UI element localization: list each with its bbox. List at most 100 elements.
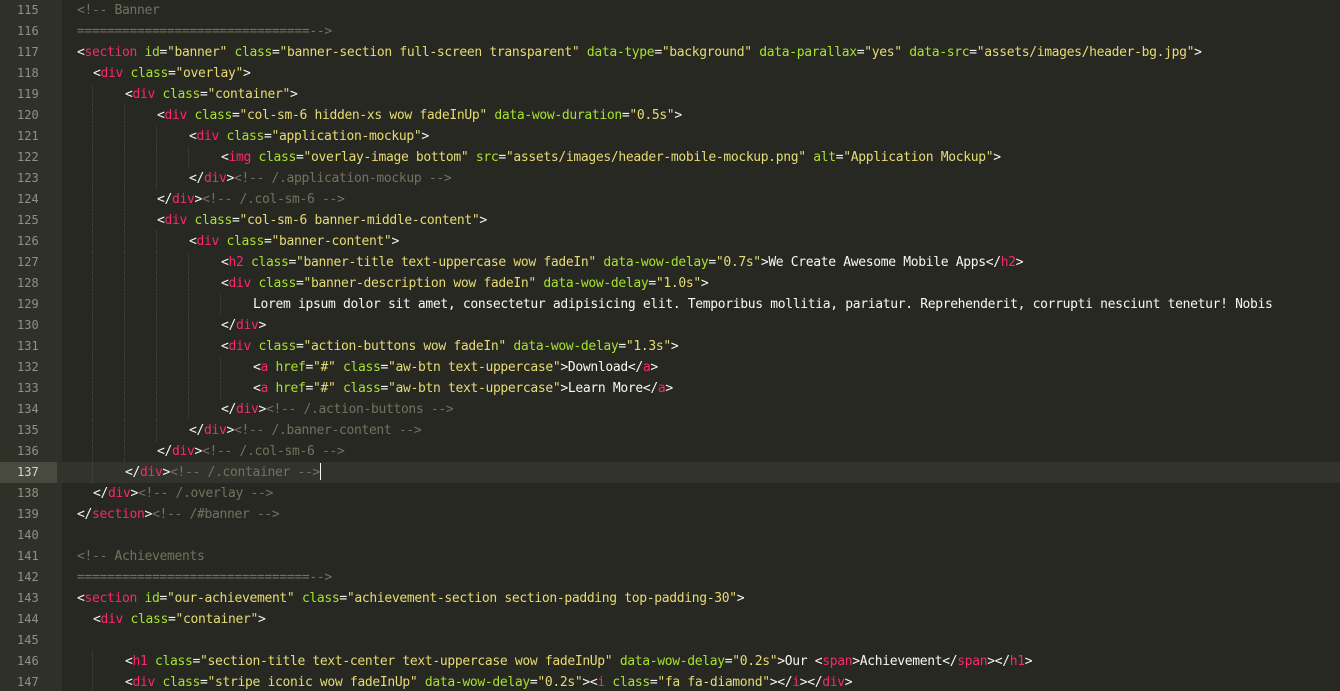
code-token: class [612, 675, 650, 690]
code-line-content[interactable]: ===============================--> [77, 21, 332, 42]
code-line[interactable]: 118 <div class="overlay"> [0, 63, 1340, 84]
code-line-content[interactable]: Lorem ipsum dolor sit amet, consectetur … [253, 294, 1273, 315]
code-token: = [192, 654, 200, 669]
line-number-text: 119 [17, 87, 39, 101]
code-token: > [700, 276, 709, 291]
code-line-content[interactable]: <h1 class="section-title text-center tex… [125, 651, 1033, 672]
code-token: class [130, 612, 169, 627]
line-number-text: 139 [17, 507, 39, 521]
code-line[interactable]: 128 <div class = "banner-description wow fa… [0, 273, 1340, 294]
code-line[interactable]: 142 ===============================--> [0, 567, 1340, 588]
code-line[interactable]: 120 <div class="col-sm-6 hidden-xs wow fa… [0, 105, 1340, 126]
code-line-content[interactable]: <!-- Banner [77, 0, 160, 21]
code-line-content[interactable]: <div class="container"> [93, 609, 266, 630]
code-line[interactable]: 130 </div> [0, 315, 1340, 336]
code-line[interactable]: 122 <img class = "overlay-image bottom" src… [0, 147, 1340, 168]
code-line[interactable]: 121 <div class="application-mockup"> [0, 126, 1340, 147]
indent-guide [124, 315, 126, 336]
code-line-content[interactable]: </div><!-- /.col-sm-6 --> [157, 189, 345, 210]
code-line-content[interactable]: <div class="stripe iconic wow fadeInUp" … [125, 672, 853, 691]
code-line-content[interactable]: <div class="col-sm-6 banner-middle-conte… [157, 210, 487, 231]
code-line-content[interactable]: <a href="#" class="aw-btn text-uppercase… [253, 378, 673, 399]
code-token: div [100, 612, 124, 627]
code-line-content[interactable]: <div class="col-sm-6 hidden-xs wow fadeI… [157, 105, 682, 126]
line-number-text: 135 [17, 423, 39, 437]
code-line[interactable]: 129 Lorem ipsum dolor sit amet, consectet… [0, 294, 1340, 315]
code-line[interactable]: 143 <section id="our-achievement" class="… [0, 588, 1340, 609]
code-line-content[interactable]: <a href="#" class="aw-btn text-uppercase… [253, 357, 658, 378]
line-number-text: 143 [17, 591, 39, 605]
code-line-content[interactable]: </div> [221, 315, 266, 336]
code-token: "0.5s" [629, 108, 675, 123]
code-token: data-wow-delay [424, 675, 530, 690]
code-line-content[interactable]: <section id="our-achievement" class="ach… [77, 588, 745, 609]
code-line-content[interactable]: </div><!-- /.container --> [125, 462, 321, 483]
code-line[interactable]: 146 <h1 class="section-title text-center … [0, 651, 1340, 672]
code-line-content[interactable]: <div class = "banner-description wow fadeI… [221, 273, 709, 294]
code-line-content[interactable]: </div><!-- /.overlay --> [93, 483, 273, 504]
code-line[interactable]: 137 </div><!-- /.container --> [0, 462, 1340, 483]
code-line[interactable]: 139 </section><!-- /#banner --> [0, 504, 1340, 525]
code-line[interactable]: 119 <div class="container"> [0, 84, 1340, 105]
code-line-content[interactable]: <!-- Achievements [77, 546, 205, 567]
indent-guide [156, 399, 158, 420]
code-line[interactable]: 145 [0, 630, 1340, 651]
line-number-text: 118 [17, 66, 39, 80]
code-token: div [172, 192, 195, 207]
code-line-content[interactable]: ===============================--> [77, 567, 332, 588]
code-line-content[interactable]: <div class="overlay"> [93, 63, 251, 84]
code-token: < [157, 108, 165, 123]
code-line[interactable]: 127 <h2 class="banner-title text-uppercas… [0, 252, 1340, 273]
code-line-content[interactable]: </div><!-- /.action-buttons --> [221, 399, 454, 420]
code-line[interactable]: 138 </div><!-- /.overlay --> [0, 483, 1340, 504]
code-token: < [125, 654, 133, 669]
code-line-content[interactable]: <h2 class="banner-title text-uppercase w… [221, 252, 1024, 273]
code-line[interactable]: 141 <!-- Achievements [0, 546, 1340, 567]
line-number-text: 130 [17, 318, 39, 332]
code-line[interactable]: 136 </div><!-- /.col-sm-6 --> [0, 441, 1340, 462]
code-line-content[interactable]: <div class="application-mockup"> [189, 126, 429, 147]
line-number-text: 115 [17, 3, 39, 17]
code-line-content[interactable]: <div class = "action-buttons wow fadeIn" d… [221, 336, 679, 357]
code-line-content[interactable]: <div class="container"> [125, 84, 298, 105]
code-line[interactable]: 117 <section id="banner" class="banner-se… [0, 42, 1340, 63]
code-area[interactable]: 115 <!-- Banner 116 =======================… [0, 0, 1340, 691]
code-line[interactable]: 123 </div><!-- /.application-mockup --> [0, 168, 1340, 189]
code-line[interactable]: 132 <a href="#" class="aw-btn text-upperc… [0, 357, 1340, 378]
code-line[interactable]: 124 </div><!-- /.col-sm-6 --> [0, 189, 1340, 210]
code-line-content[interactable]: </div><!-- /.application-mockup --> [189, 168, 452, 189]
indent-guide [156, 420, 158, 441]
code-line[interactable]: 126 <div class="banner-content"> [0, 231, 1340, 252]
code-line[interactable]: 116 ===============================--> [0, 21, 1340, 42]
code-line-content[interactable]: <section id="banner" class="banner-secti… [77, 42, 1202, 63]
code-line[interactable]: 131 <div class = "action-buttons wow fadeIn… [0, 336, 1340, 357]
indent-guide [156, 357, 158, 378]
line-number: 121 [0, 126, 57, 147]
code-line-content[interactable]: </div><!-- /.col-sm-6 --> [157, 441, 345, 462]
code-line-content[interactable]: <div class="banner-content"> [189, 231, 399, 252]
code-line[interactable]: 135 </div><!-- /.banner-content --> [0, 420, 1340, 441]
code-line[interactable]: 133 <a href="#" class="aw-btn text-upperc… [0, 378, 1340, 399]
code-editor[interactable]: 115 <!-- Banner 116 =======================… [0, 0, 1340, 691]
line-number-text: 146 [17, 654, 39, 668]
indent-guide [92, 126, 94, 147]
code-line[interactable]: 147 <div class="stripe iconic wow fadeInU… [0, 672, 1340, 691]
code-token: "background" [661, 45, 752, 60]
code-line[interactable]: 125 <div class="col-sm-6 banner-middle-co… [0, 210, 1340, 231]
code-token: class [251, 255, 289, 270]
code-token: class [343, 360, 381, 375]
line-number-text: 138 [17, 486, 39, 500]
code-token: "aw-btn text-uppercase" [387, 381, 561, 396]
code-line[interactable]: 144 <div class="container"> [0, 609, 1340, 630]
code-line[interactable]: 140 [0, 525, 1340, 546]
code-line-content[interactable]: </section><!-- /#banner --> [77, 504, 280, 525]
code-line-content[interactable]: </div><!-- /.banner-content --> [189, 420, 422, 441]
code-line-content[interactable]: <img class="overlay-image bottom" src="a… [221, 147, 1001, 168]
code-token: "1.3s" [625, 339, 671, 354]
code-line[interactable]: 134 </div><!-- /.action-buttons --> [0, 399, 1340, 420]
line-number: 119 [0, 84, 57, 105]
code-line[interactable]: 115 <!-- Banner [0, 0, 1340, 21]
code-token: class [226, 129, 265, 144]
